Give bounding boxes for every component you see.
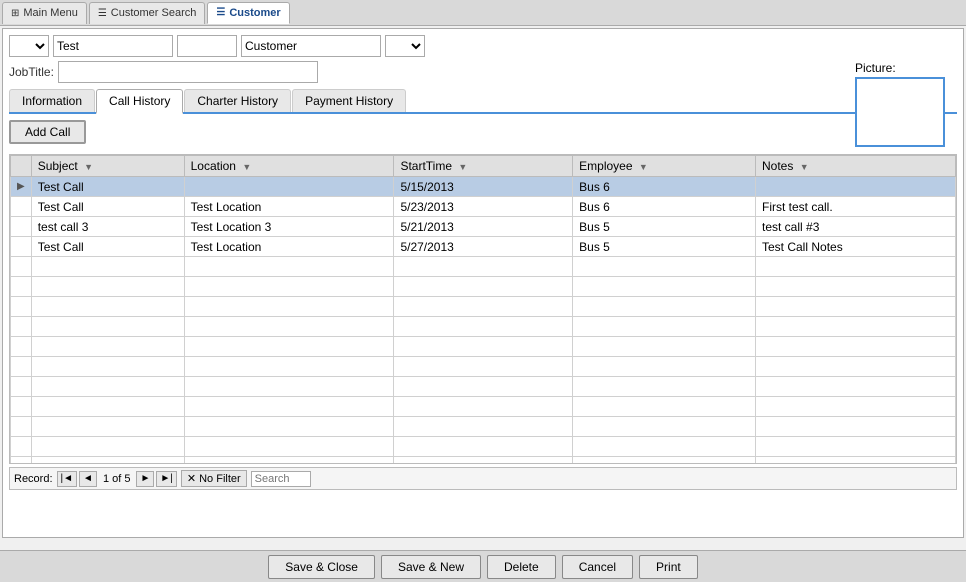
col-location[interactable]: Location ▼	[184, 156, 394, 177]
save-close-button[interactable]: Save & Close	[268, 555, 375, 579]
job-title-input[interactable]	[58, 61, 318, 83]
table-row[interactable]: ▶Test Call 5/15/2013Bus 6	[11, 177, 956, 197]
notes-sort-icon: ▼	[800, 162, 809, 172]
tab-charter-history[interactable]: Charter History	[184, 89, 291, 112]
job-title-label: JobTitle:	[9, 65, 54, 79]
col-starttime[interactable]: StartTime ▼	[394, 156, 573, 177]
picture-label: Picture:	[855, 61, 945, 75]
inner-tabs: Information Call History Charter History…	[9, 89, 957, 114]
table-row[interactable]: Test CallTest Location5/27/2013Bus 5Test…	[11, 237, 956, 257]
cell-notes: First test call.	[756, 197, 956, 217]
tab-call-history[interactable]: Call History	[96, 89, 183, 114]
table-row[interactable]: Test CallTest Location5/23/2013Bus 6Firs…	[11, 197, 956, 217]
col-subject[interactable]: Subject ▼	[31, 156, 184, 177]
table-row-empty	[11, 317, 956, 337]
main-menu-icon: ⊞	[11, 8, 19, 19]
cell-subject: Test Call	[31, 197, 184, 217]
table-row-empty	[11, 397, 956, 417]
header-fields: Test Customer	[9, 35, 957, 57]
picture-area: Picture:	[855, 61, 945, 147]
cell-location	[184, 177, 394, 197]
cancel-button[interactable]: Cancel	[562, 555, 633, 579]
subject-sort-icon: ▼	[84, 162, 93, 172]
cell-start_time: 5/27/2013	[394, 237, 573, 257]
record-label: Record:	[14, 473, 53, 485]
cell-employee: Bus 6	[573, 197, 756, 217]
table-row-empty	[11, 357, 956, 377]
table-row-empty	[11, 437, 956, 457]
tab-customer-search[interactable]: ☰ Customer Search	[89, 2, 206, 24]
no-filter-btn[interactable]: ✕ No Filter	[181, 470, 247, 487]
cell-location: Test Location 3	[184, 217, 394, 237]
cell-notes	[756, 177, 956, 197]
picture-box	[855, 77, 945, 147]
cell-location: Test Location	[184, 197, 394, 217]
filter-icon: ✕	[187, 472, 196, 485]
table-row-empty	[11, 377, 956, 397]
cell-notes: Test Call Notes	[756, 237, 956, 257]
record-count: 1 of 5	[103, 473, 131, 485]
table-row-empty	[11, 297, 956, 317]
add-call-button[interactable]: Add Call	[9, 120, 86, 144]
cell-employee: Bus 6	[573, 177, 756, 197]
table-row-empty	[11, 457, 956, 465]
col-notes[interactable]: Notes ▼	[756, 156, 956, 177]
title-bar: ⊞ Main Menu ☰ Customer Search ☰ Customer	[0, 0, 966, 26]
col-employee[interactable]: Employee ▼	[573, 156, 756, 177]
table-row-empty	[11, 417, 956, 437]
print-button[interactable]: Print	[639, 555, 698, 579]
table-row-empty	[11, 337, 956, 357]
starttime-sort-icon: ▼	[458, 162, 467, 172]
status-bar: Record: |◄ ◄ 1 of 5 ► ►| ✕ No Filter	[9, 467, 957, 490]
employee-sort-icon: ▼	[639, 162, 648, 172]
cell-start_time: 5/15/2013	[394, 177, 573, 197]
cell-employee: Bus 5	[573, 237, 756, 257]
tab-customer[interactable]: ☰ Customer	[207, 2, 289, 24]
cell-start_time: 5/21/2013	[394, 217, 573, 237]
location-sort-icon: ▼	[242, 162, 251, 172]
first-name-input[interactable]: Test	[53, 35, 173, 57]
first-record-btn[interactable]: |◄	[57, 471, 78, 487]
row-indicator	[11, 197, 32, 217]
cell-notes: test call #3	[756, 217, 956, 237]
next-record-btn[interactable]: ►	[136, 471, 154, 487]
row-indicator	[11, 237, 32, 257]
customer-type-input[interactable]: Customer	[241, 35, 381, 57]
bottom-bar: Save & Close Save & New Delete Cancel Pr…	[0, 550, 966, 582]
cell-subject: test call 3	[31, 217, 184, 237]
prev-record-btn[interactable]: ◄	[79, 471, 97, 487]
last-name-input[interactable]	[177, 35, 237, 57]
prefix-select[interactable]	[9, 35, 49, 57]
tab-information[interactable]: Information	[9, 89, 95, 112]
search-input[interactable]	[251, 471, 311, 487]
customer-icon: ☰	[216, 7, 225, 18]
cell-location: Test Location	[184, 237, 394, 257]
delete-button[interactable]: Delete	[487, 555, 556, 579]
cell-start_time: 5/23/2013	[394, 197, 573, 217]
table-row-empty	[11, 277, 956, 297]
last-record-btn[interactable]: ►|	[156, 471, 177, 487]
suffix-select[interactable]	[385, 35, 425, 57]
job-title-row: JobTitle:	[9, 61, 957, 83]
save-new-button[interactable]: Save & New	[381, 555, 481, 579]
record-navigation: |◄ ◄ 1 of 5 ► ►|	[57, 471, 177, 487]
table-row-empty	[11, 257, 956, 277]
col-indicator	[11, 156, 32, 177]
table-row[interactable]: test call 3Test Location 35/21/2013Bus 5…	[11, 217, 956, 237]
row-indicator	[11, 217, 32, 237]
tab-main-menu[interactable]: ⊞ Main Menu	[2, 2, 87, 24]
customer-search-icon: ☰	[98, 8, 107, 19]
cell-employee: Bus 5	[573, 217, 756, 237]
cell-subject: Test Call	[31, 237, 184, 257]
cell-subject: Test Call	[31, 177, 184, 197]
call-history-table: Subject ▼ Location ▼ StartTime ▼ Employe…	[9, 154, 957, 464]
tab-payment-history[interactable]: Payment History	[292, 89, 406, 112]
row-indicator: ▶	[11, 177, 32, 197]
